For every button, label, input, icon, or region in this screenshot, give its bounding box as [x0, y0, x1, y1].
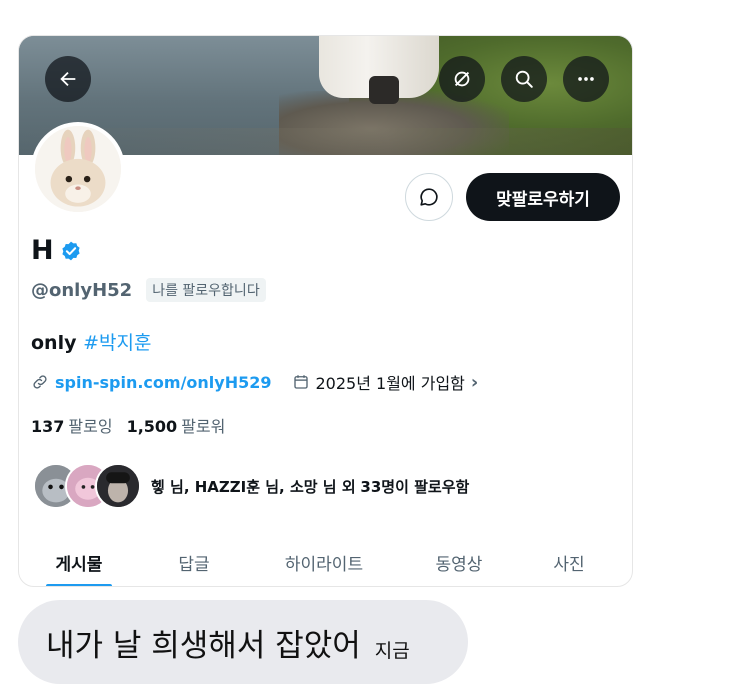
- follows-you-badge: 나를 팔로우합니다: [146, 278, 266, 302]
- follow-back-button[interactable]: 맞팔로우하기: [466, 173, 620, 221]
- following-label: 팔로잉: [68, 417, 113, 436]
- tab-replies[interactable]: 답글: [139, 536, 249, 586]
- profile-name: H: [31, 235, 54, 266]
- chat-message-text: 내가 날 희생해서 잡았어: [46, 627, 361, 664]
- following-stat[interactable]: 137 팔로잉: [31, 413, 113, 437]
- calendar-icon: [293, 375, 308, 389]
- profile-card: 맞팔로우하기 H @onlyH52 나를 팔로우합니다 only #박지훈 sp…: [18, 35, 633, 587]
- bio-text: only: [31, 332, 77, 354]
- chat-message-time: 지금: [374, 639, 410, 662]
- joined-date: 2025년 1월에 가입함: [315, 374, 465, 393]
- mute-button[interactable]: [439, 56, 485, 102]
- followed-by-names: 헿 님, HAZZI훈 님, 소망 님 외: [151, 477, 356, 496]
- back-button[interactable]: [45, 56, 91, 102]
- profile-avatar[interactable]: [31, 122, 125, 216]
- profile-handle-row: @onlyH52 나를 팔로우합니다: [31, 278, 266, 302]
- profile-name-row: H: [31, 235, 82, 266]
- tab-label: 사진: [553, 554, 585, 575]
- profile-bio: only #박지훈: [31, 328, 151, 355]
- avatar: [95, 463, 141, 509]
- message-button[interactable]: [405, 173, 453, 221]
- more-button[interactable]: [563, 56, 609, 102]
- followed-by-row[interactable]: 헿 님, HAZZI훈 님, 소망 님 외 33명이 팔로우함: [33, 463, 469, 509]
- joined-date-button[interactable]: 2025년 1월에 가입함 ›: [292, 370, 479, 394]
- slashed-circle-icon: [454, 71, 470, 87]
- profile-tabs: 게시물 답글 하이라이트 동영상 사진: [19, 536, 632, 586]
- link-icon: [33, 375, 47, 389]
- followed-by-avatars: [33, 463, 143, 509]
- bio-hashtag-link[interactable]: #박지훈: [83, 332, 151, 354]
- tab-posts[interactable]: 게시물: [19, 536, 139, 586]
- arrow-left-icon: [60, 71, 76, 87]
- chevron-right-icon: ›: [470, 371, 479, 393]
- more-dots-icon: [578, 77, 594, 81]
- message-bubble-icon: [420, 188, 438, 206]
- followed-by-text: 헿 님, HAZZI훈 님, 소망 님 외 33명이 팔로우함: [151, 476, 469, 497]
- followers-count: 1,500: [126, 417, 178, 436]
- rabbit-avatar-image: [35, 126, 121, 212]
- profile-meta-row: spin-spin.com/onlyH529 2025년 1월에 가입함 ›: [31, 370, 478, 394]
- followers-label: 팔로워: [181, 417, 226, 436]
- tab-photos[interactable]: 사진: [519, 536, 619, 586]
- chat-message-bubble[interactable]: 내가 날 희생해서 잡았어 지금: [18, 600, 468, 684]
- profile-handle: @onlyH52: [31, 279, 133, 301]
- tab-label: 동영상: [435, 554, 483, 575]
- followed-by-suffix: 명이 팔로우함: [381, 477, 470, 496]
- tab-label: 답글: [178, 554, 210, 575]
- verified-badge-icon[interactable]: [60, 240, 82, 262]
- active-tab-indicator: [46, 584, 112, 586]
- tab-label: 게시물: [55, 554, 103, 575]
- following-count: 137: [31, 417, 65, 436]
- followers-stat[interactable]: 1,500 팔로워: [127, 413, 226, 437]
- tab-highlights[interactable]: 하이라이트: [249, 536, 399, 586]
- tab-videos[interactable]: 동영상: [399, 536, 519, 586]
- profile-website-link[interactable]: spin-spin.com/onlyH529: [55, 373, 272, 392]
- search-button[interactable]: [501, 56, 547, 102]
- followed-by-count: 33: [360, 477, 382, 496]
- search-icon: [515, 70, 533, 88]
- tab-label: 하이라이트: [284, 554, 364, 575]
- profile-stats: 137 팔로잉 1,500 팔로워: [31, 413, 225, 437]
